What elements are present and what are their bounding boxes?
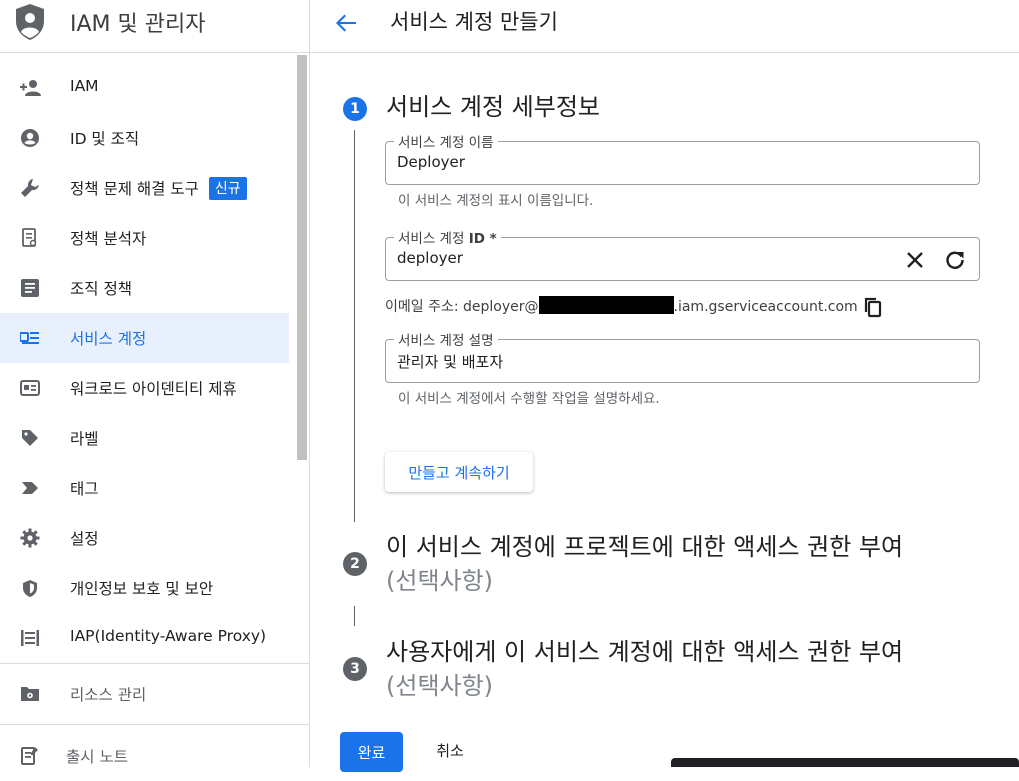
sidebar-item-service-accounts[interactable]: 서비스 계정 bbox=[0, 313, 289, 363]
sidebar-divider bbox=[0, 724, 309, 725]
field-value: deployer bbox=[397, 249, 463, 267]
sidebar-scrollbar[interactable] bbox=[297, 55, 307, 460]
gear-icon bbox=[19, 528, 41, 548]
field-value: 관리자 및 배포자 bbox=[397, 353, 504, 371]
service-account-description-field[interactable]: 서비스 계정 설명 관리자 및 배포자 bbox=[385, 329, 980, 383]
service-account-name-field[interactable]: 서비스 계정 이름 Deployer bbox=[385, 131, 980, 185]
field-label: 서비스 계정 이름 bbox=[394, 131, 498, 151]
sidebar-item-iap[interactable]: IAP(Identity-Aware Proxy) bbox=[0, 613, 289, 663]
sidebar-item-privacy-security[interactable]: 개인정보 보호 및 보안 bbox=[0, 563, 289, 613]
iap-icon bbox=[19, 628, 41, 648]
field-value: Deployer bbox=[397, 153, 465, 171]
sidebar-item-identity-org[interactable]: ID 및 조직 bbox=[0, 113, 289, 163]
sidebar-item-label: ID 및 조직 bbox=[70, 130, 140, 148]
refresh-icon[interactable] bbox=[943, 248, 967, 272]
sidebar-header: IAM 및 관리자 bbox=[0, 0, 309, 53]
step-2-title[interactable]: 이 서비스 계정에 프로젝트에 대한 액세스 권한 부여 (선택사항) bbox=[386, 530, 903, 598]
sidebar-item-label: 설정 bbox=[70, 530, 99, 548]
sidebar-item-label: 리소스 관리 bbox=[70, 686, 147, 704]
sidebar-item-manage-resources[interactable]: 리소스 관리 bbox=[0, 669, 289, 719]
clear-icon[interactable] bbox=[903, 248, 927, 272]
product-title: IAM 및 관리자 bbox=[70, 12, 206, 37]
step-1-indicator: 1 bbox=[343, 97, 367, 121]
sidebar-item-settings[interactable]: 설정 bbox=[0, 513, 289, 563]
step-connector bbox=[354, 130, 355, 522]
account-circle-icon bbox=[19, 128, 41, 148]
document-search-icon bbox=[19, 228, 41, 248]
sidebar: IAM 및 관리자 IAM ID 및 조직 정책 문제 해결 도구 신규 정책 분… bbox=[0, 0, 310, 767]
service-account-icon bbox=[19, 328, 41, 348]
step-2-indicator: 2 bbox=[343, 552, 367, 576]
done-button[interactable]: 완료 bbox=[340, 732, 403, 772]
tag-icon bbox=[19, 478, 41, 498]
field-label: 서비스 계정 설명 bbox=[394, 329, 498, 349]
sidebar-item-label: 태그 bbox=[70, 480, 99, 498]
sidebar-item-tags[interactable]: 태그 bbox=[0, 463, 289, 513]
sidebar-item-label: 개인정보 보호 및 보안 bbox=[70, 580, 214, 598]
iam-shield-icon bbox=[16, 4, 44, 40]
redacted-project-id bbox=[538, 296, 674, 314]
step-3-indicator: 3 bbox=[343, 657, 367, 681]
sidebar-item-label: IAM bbox=[70, 77, 99, 95]
label-icon bbox=[19, 428, 41, 448]
sidebar-item-iam[interactable]: IAM bbox=[0, 63, 289, 113]
step-1-title: 서비스 계정 세부정보 bbox=[386, 93, 600, 121]
sidebar-item-label: IAP(Identity-Aware Proxy) bbox=[70, 627, 267, 645]
sidebar-item-label: 라벨 bbox=[70, 430, 99, 448]
new-badge: 신규 bbox=[208, 177, 247, 200]
service-account-id-field[interactable]: 서비스 계정 ID * deployer bbox=[385, 227, 980, 281]
sidebar-item-labels[interactable]: 라벨 bbox=[0, 413, 289, 463]
sidebar-item-label: 워크로드 아이덴티티 제휴 bbox=[70, 380, 237, 398]
sidebar-item-org-policies[interactable]: 조직 정책 bbox=[0, 263, 289, 313]
person-add-icon bbox=[19, 78, 41, 98]
sidebar-item-label: 정책 문제 해결 도구 신규 bbox=[70, 177, 247, 200]
sidebar-divider bbox=[0, 663, 309, 664]
wrench-icon bbox=[19, 178, 41, 198]
folder-gear-icon bbox=[19, 684, 41, 704]
sidebar-item-release-notes[interactable]: 출시 노트 bbox=[0, 731, 289, 781]
copy-icon[interactable] bbox=[862, 296, 884, 318]
description-hint: 이 서비스 계정에서 수행할 작업을 설명하세요. bbox=[398, 391, 660, 407]
shield-icon bbox=[19, 578, 41, 598]
sidebar-item-workload-identity[interactable]: 워크로드 아이덴티티 제휴 bbox=[0, 363, 289, 413]
field-label: 서비스 계정 ID * bbox=[394, 227, 501, 247]
sidebar-item-label: 출시 노트 bbox=[66, 748, 128, 766]
step-connector bbox=[354, 606, 355, 626]
sidebar-item-policy-troubleshooter[interactable]: 정책 문제 해결 도구 신규 bbox=[0, 163, 289, 213]
back-arrow-icon[interactable] bbox=[332, 9, 360, 37]
sidebar-item-label: 정책 분석자 bbox=[70, 230, 147, 248]
snackbar bbox=[671, 758, 1019, 767]
page-title: 서비스 계정 만들기 bbox=[390, 10, 558, 34]
step-3-title[interactable]: 사용자에게 이 서비스 계정에 대한 액세스 권한 부여 (선택사항) bbox=[386, 635, 903, 703]
article-icon bbox=[19, 278, 41, 298]
sidebar-item-label: 서비스 계정 bbox=[70, 330, 147, 348]
email-address: 이메일 주소: deployer@ .iam.gserviceaccount.co… bbox=[385, 296, 858, 318]
page-header: 서비스 계정 만들기 bbox=[310, 0, 1019, 53]
create-and-continue-button[interactable]: 만들고 계속하기 bbox=[385, 452, 533, 492]
id-card-icon bbox=[19, 378, 41, 398]
sidebar-item-policy-analyzer[interactable]: 정책 분석자 bbox=[0, 213, 289, 263]
name-hint: 이 서비스 계정의 표시 이름입니다. bbox=[398, 193, 594, 209]
release-notes-icon bbox=[19, 746, 41, 766]
sidebar-item-label: 조직 정책 bbox=[70, 280, 132, 298]
cancel-button[interactable]: 취소 bbox=[422, 732, 478, 768]
